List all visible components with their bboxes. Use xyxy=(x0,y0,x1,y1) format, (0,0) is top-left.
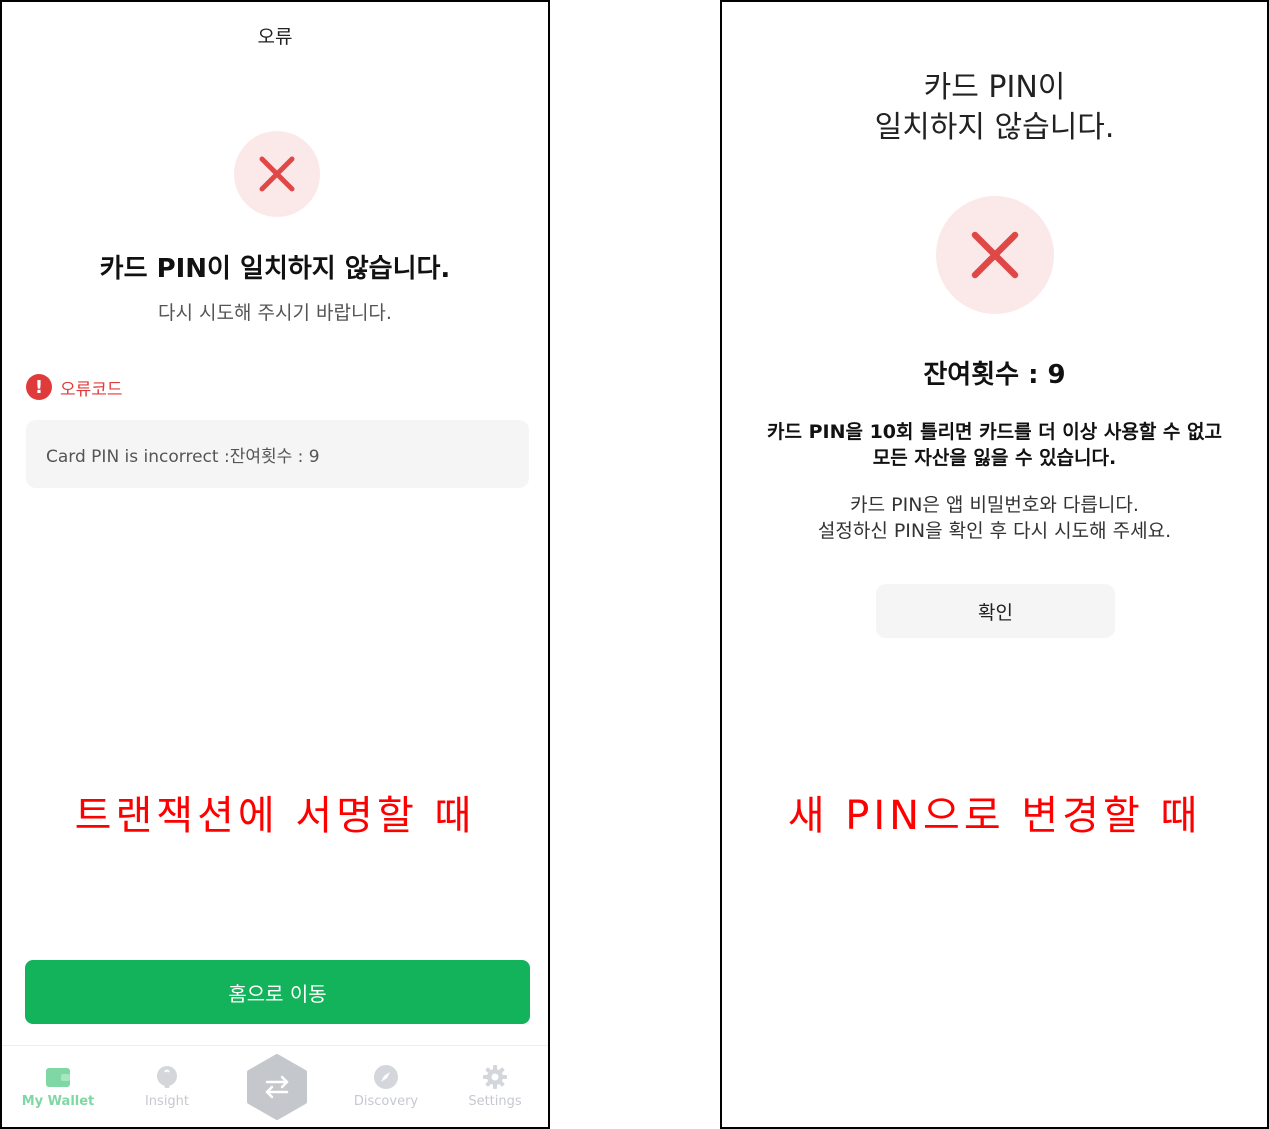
tab-settings[interactable]: Settings xyxy=(450,1064,540,1109)
lightbulb-icon xyxy=(157,1066,177,1088)
close-icon xyxy=(971,231,1019,279)
dialog-title-line1: 카드 PIN이 xyxy=(923,70,1066,105)
remaining-attempts: 잔여횟수 : 9 xyxy=(923,360,1066,390)
error-detail-text: Card PIN is incorrect :잔여횟수 : 9 xyxy=(46,446,320,467)
pin-info: 카드 PIN은 앱 비밀번호와 다릅니다. 설정하신 PIN을 확인 후 다시 … xyxy=(722,492,1267,544)
compass-icon xyxy=(374,1065,398,1089)
error-code-header: ! 오류코드 xyxy=(26,373,123,401)
dialog-title-line2: 일치하지 않습니다. xyxy=(874,110,1115,145)
swap-button[interactable] xyxy=(246,1054,308,1120)
alert-icon: ! xyxy=(26,374,52,400)
tab-my-wallet[interactable]: My Wallet xyxy=(13,1064,103,1109)
close-icon xyxy=(259,156,295,192)
gear-icon xyxy=(483,1065,507,1089)
tab-label: Insight xyxy=(144,1094,190,1109)
error-subtitle: 다시 시도해 주시기 바랍니다. xyxy=(158,302,392,324)
warning-line: 카드 PIN을 10회 틀리면 카드를 더 이상 사용할 수 없고 xyxy=(767,421,1222,443)
swap-icon xyxy=(247,1054,307,1120)
header-title: 오류 xyxy=(257,26,293,48)
info-line: 설정하신 PIN을 확인 후 다시 시도해 주세요. xyxy=(817,520,1172,542)
tab-label: Settings xyxy=(468,1094,522,1109)
warning-line: 모든 자산을 잃을 수 있습니다. xyxy=(872,447,1117,469)
error-badge xyxy=(936,196,1054,314)
error-title: 카드 PIN이 일치하지 않습니다. xyxy=(99,254,451,284)
tab-label: My Wallet xyxy=(21,1094,95,1109)
right-caption: 새 PIN으로 변경할 때 xyxy=(787,793,1202,839)
info-line: 카드 PIN은 앱 비밀번호와 다릅니다. xyxy=(850,494,1139,516)
left-caption: 트랜잭션에 서명할 때 xyxy=(74,793,476,839)
wallet-icon xyxy=(46,1068,70,1087)
error-detail-box: Card PIN is incorrect :잔여횟수 : 9 xyxy=(26,420,529,488)
lock-warning: 카드 PIN을 10회 틀리면 카드를 더 이상 사용할 수 없고 모든 자산을… xyxy=(722,419,1267,471)
tab-insight[interactable]: Insight xyxy=(122,1064,212,1109)
tab-label: Discovery xyxy=(353,1094,419,1109)
bottom-tab-bar: My Wallet Insight Discovery Settings xyxy=(2,1045,548,1127)
error-code-label: 오류코드 xyxy=(60,379,123,400)
right-screen: 카드 PIN이 일치하지 않습니다. 잔여횟수 : 9 카드 PIN을 10회 … xyxy=(720,0,1269,1129)
dialog-title: 카드 PIN이 일치하지 않습니다. xyxy=(722,68,1267,148)
go-home-button[interactable]: 홈으로 이동 xyxy=(25,960,530,1024)
left-screen: 오류 카드 PIN이 일치하지 않습니다. 다시 시도해 주시기 바랍니다. !… xyxy=(0,0,550,1129)
tab-discovery[interactable]: Discovery xyxy=(341,1064,431,1109)
error-badge xyxy=(234,131,320,217)
confirm-button[interactable]: 확인 xyxy=(876,584,1115,638)
